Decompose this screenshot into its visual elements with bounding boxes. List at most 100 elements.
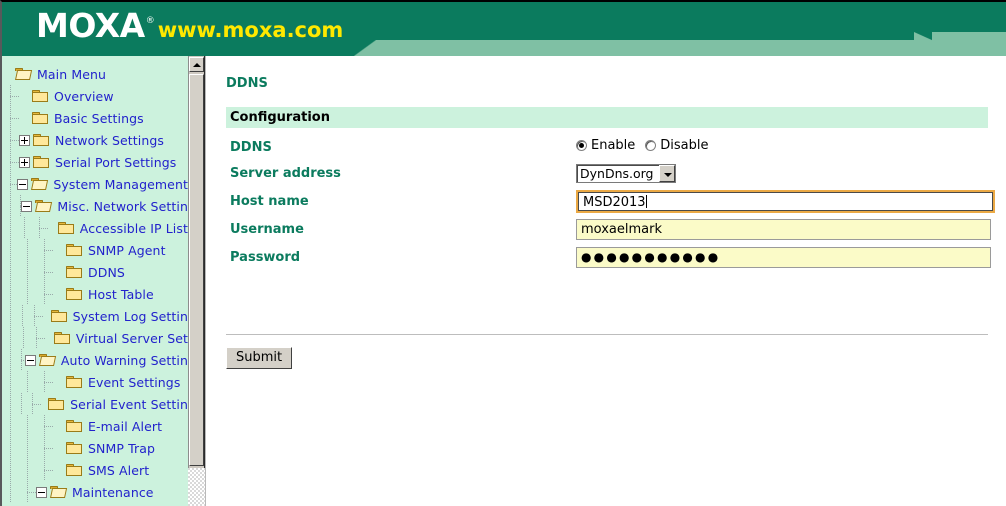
tree-guide: [36, 239, 53, 261]
sidebar-item-snmp-agent[interactable]: SNMP Agent: [2, 239, 188, 261]
tree-guide: [2, 129, 19, 151]
text-caret: [645, 195, 647, 208]
sidebar-item-label: Event Settings: [88, 374, 181, 390]
tree-guide: [2, 437, 19, 459]
main-content: DDNS Configuration DDNS Enable Disable S…: [207, 56, 1006, 506]
form-row-server-address: Server address DynDns.org: [226, 162, 988, 190]
collapse-icon[interactable]: [21, 200, 33, 212]
host-name-value: MSD2013: [583, 195, 646, 210]
folder-body: [66, 290, 82, 300]
ddns-radio-control: Enable Disable: [576, 136, 709, 153]
sidebar-item-main-menu[interactable]: Main Menu: [2, 63, 188, 85]
collapse-icon[interactable]: [17, 178, 29, 190]
tree-guide: [28, 327, 45, 349]
password-masked-value: ●●●●●●●●●●●: [581, 250, 721, 264]
sidebar-item-label: Basic Settings: [54, 110, 144, 126]
banner-diagonal: [354, 40, 376, 56]
folder-closed-icon: [50, 309, 69, 323]
sidebar-item-label: Virtual Server Set: [75, 330, 188, 346]
sidebar-item-label: Main Menu: [37, 66, 107, 82]
tree-guide: [19, 283, 36, 305]
sidebar-item-host-table[interactable]: Host Table: [2, 283, 188, 305]
sidebar-item-event-settings[interactable]: Event Settings: [2, 371, 188, 393]
form-row-password: Password ●●●●●●●●●●●: [226, 246, 991, 274]
label-server-address: Server address: [230, 166, 341, 181]
tree-guide: [12, 195, 29, 217]
folder-closed-icon: [57, 221, 76, 235]
tree-guide: [19, 371, 36, 393]
tree-guide: [2, 261, 19, 283]
sidebar-scrollbar-thumb[interactable]: [189, 74, 204, 466]
sidebar-item-network-settings[interactable]: Network Settings: [2, 129, 188, 151]
host-name-input[interactable]: MSD2013: [578, 192, 993, 211]
server-address-select[interactable]: DynDns.org: [576, 164, 677, 183]
sidebar-item-sms-alert[interactable]: SMS Alert: [2, 459, 188, 481]
folder-closed-icon: [33, 133, 51, 147]
navigation-tree: Main Menu Overview Basic Settings Network S…: [2, 63, 188, 503]
folder-body: [35, 202, 53, 212]
sidebar-item-auto-warning-settin[interactable]: Auto Warning Settin: [2, 349, 188, 371]
tree-guide: [19, 415, 36, 437]
tree-guide: [2, 239, 19, 261]
tree-guide: [13, 393, 25, 415]
username-input[interactable]: moxaelmark: [576, 219, 991, 240]
tree-guide: [36, 459, 53, 481]
page-frame: MOXA ® www.moxa.com Main Menu Overview Bas…: [0, 0, 1006, 506]
expand-icon[interactable]: [19, 156, 30, 168]
sidebar-item-e-mail-alert[interactable]: E-mail Alert: [2, 415, 188, 437]
sidebar-item-system-management[interactable]: System Management: [2, 173, 188, 195]
host-name-input-focus-ring: MSD2013: [576, 190, 995, 213]
tree-guide: [2, 415, 19, 437]
chevron-down-icon[interactable]: [659, 165, 676, 182]
sidebar-divider: [205, 56, 206, 506]
sidebar-item-basic-settings[interactable]: Basic Settings: [2, 107, 188, 129]
sidebar-item-label: Serial Event Settin: [70, 396, 188, 412]
folder-body: [66, 422, 82, 432]
folder-open-icon: [35, 199, 53, 213]
folder-body: [38, 356, 57, 366]
tree-guide: [2, 393, 14, 415]
sidebar-item-snmp-trap[interactable]: SNMP Trap: [2, 437, 188, 459]
ddns-disable-radio[interactable]: Disable: [645, 138, 709, 153]
sidebar-item-overview[interactable]: Overview: [2, 85, 188, 107]
radio-selected-icon[interactable]: [576, 140, 587, 151]
sidebar-scroll-up-button[interactable]: [189, 57, 204, 72]
moxa-logo: MOXA ® www.moxa.com: [36, 9, 343, 43]
submit-button[interactable]: Submit: [226, 347, 293, 369]
tree-guide: [13, 349, 32, 371]
tree-guide: [26, 305, 43, 327]
sidebar-item-misc-network-settin[interactable]: Misc. Network Settin: [2, 195, 188, 217]
tree-guide: [36, 437, 53, 459]
radio-unselected-icon[interactable]: [645, 140, 657, 151]
collapse-icon[interactable]: [24, 354, 36, 366]
folder-body: [32, 114, 48, 124]
sidebar-item-ddns[interactable]: DDNS: [2, 261, 188, 283]
sidebar-item-system-log-settin[interactable]: System Log Settin: [2, 305, 188, 327]
form-separator: [226, 334, 988, 335]
sidebar-item-maintenance[interactable]: Maintenance: [2, 481, 188, 503]
tree-guide: [31, 217, 48, 239]
ddns-enable-radio[interactable]: Enable: [576, 138, 635, 153]
sidebar-item-virtual-server-set[interactable]: Virtual Server Set: [2, 327, 188, 349]
tree-guide: [2, 371, 19, 393]
folder-body: [15, 70, 33, 80]
tree-guide: [36, 261, 53, 283]
sidebar-item-serial-port-settings[interactable]: Serial Port Settings: [2, 151, 188, 173]
sidebar-item-serial-event-settin[interactable]: Serial Event Settin: [2, 393, 188, 415]
folder-body: [33, 158, 49, 168]
tree-guide: [2, 459, 19, 481]
folder-body: [32, 92, 48, 102]
tree-guide: [2, 195, 12, 217]
username-control: moxaelmark: [576, 218, 991, 240]
tree-guide: [2, 217, 17, 239]
sidebar-item-accessible-ip-list[interactable]: Accessible IP List: [2, 217, 188, 239]
collapse-icon[interactable]: [36, 486, 47, 498]
expand-icon[interactable]: [19, 134, 30, 146]
password-input[interactable]: ●●●●●●●●●●●: [576, 247, 991, 268]
